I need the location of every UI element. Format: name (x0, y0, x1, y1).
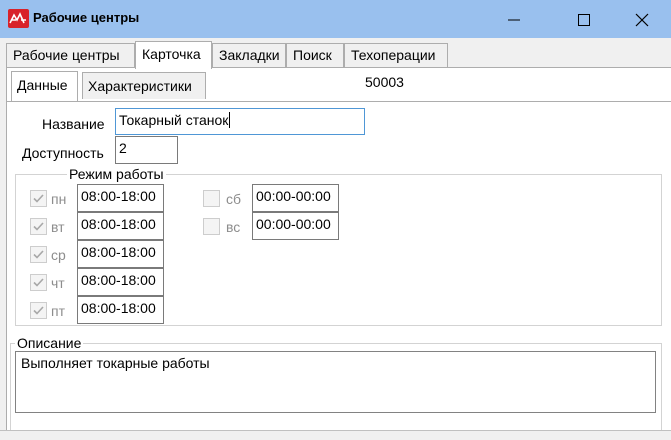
availability-field[interactable]: 2 (115, 136, 178, 164)
name-label: Название (42, 116, 105, 132)
minimize-icon (508, 19, 520, 21)
tab-work-centers[interactable]: Рабочие центры (6, 43, 135, 68)
close-icon (635, 13, 649, 27)
description-field[interactable]: Выполняет токарные работы (15, 351, 656, 413)
day-label-monday: пн (51, 191, 67, 207)
tab-operations[interactable]: Техоперации (344, 43, 448, 68)
record-id: 50003 (359, 71, 436, 98)
day-label-friday: пт (51, 303, 65, 319)
hours-field-saturday[interactable]: 00:00-00:00 (252, 184, 339, 212)
close-button[interactable] (618, 0, 664, 38)
check-icon (33, 306, 44, 315)
check-icon (33, 194, 44, 203)
tab-card[interactable]: Карточка (135, 41, 212, 69)
name-field[interactable]: Токарный станок (115, 108, 365, 135)
check-icon (33, 250, 44, 259)
day-label-wednesday: ср (51, 247, 66, 263)
checkbox-saturday[interactable] (203, 190, 220, 207)
tab-bookmarks[interactable]: Закладки (212, 43, 286, 68)
description-legend: Описание (15, 335, 84, 351)
status-strip (0, 430, 671, 440)
minimize-button[interactable] (490, 0, 536, 38)
day-label-tuesday: вт (51, 219, 65, 235)
title-bar: Рабочие центры (0, 0, 671, 38)
day-label-sunday: вс (226, 219, 241, 235)
day-label-thursday: чт (51, 275, 65, 291)
hours-field-thursday[interactable]: 08:00-18:00 (77, 268, 164, 296)
check-icon (33, 278, 44, 287)
checkbox-friday[interactable] (30, 302, 47, 319)
hours-field-wednesday[interactable]: 08:00-18:00 (77, 240, 164, 268)
hours-field-sunday[interactable]: 00:00-00:00 (252, 212, 339, 240)
card-panel: Данные Характеристики 50003 Название Ток… (6, 67, 671, 440)
maximize-icon (578, 14, 590, 26)
text-caret (229, 112, 231, 128)
check-icon (33, 222, 44, 231)
checkbox-wednesday[interactable] (30, 246, 47, 263)
checkbox-monday[interactable] (30, 190, 47, 207)
data-subpanel: Название Токарный станок Доступность 2 Р… (7, 101, 671, 440)
hours-field-monday[interactable]: 08:00-18:00 (77, 184, 164, 212)
hours-field-tuesday[interactable]: 08:00-18:00 (77, 212, 164, 240)
schedule-legend: Режим работы (67, 166, 166, 182)
hours-field-friday[interactable]: 08:00-18:00 (77, 296, 164, 324)
tab-search[interactable]: Поиск (286, 43, 344, 68)
day-label-saturday: сб (226, 191, 242, 207)
maximize-button[interactable] (560, 0, 606, 38)
subtab-data[interactable]: Данные (11, 71, 78, 101)
main-tab-strip: Рабочие центры Карточка Закладки Поиск Т… (6, 41, 666, 69)
subtab-characteristics[interactable]: Характеристики (82, 72, 206, 99)
window-title: Рабочие центры (33, 10, 140, 25)
checkbox-sunday[interactable] (203, 218, 220, 235)
app-logo-icon (8, 9, 29, 28)
availability-label: Доступность (22, 145, 104, 161)
name-value: Токарный станок (119, 112, 229, 128)
checkbox-tuesday[interactable] (30, 218, 47, 235)
checkbox-thursday[interactable] (30, 274, 47, 291)
